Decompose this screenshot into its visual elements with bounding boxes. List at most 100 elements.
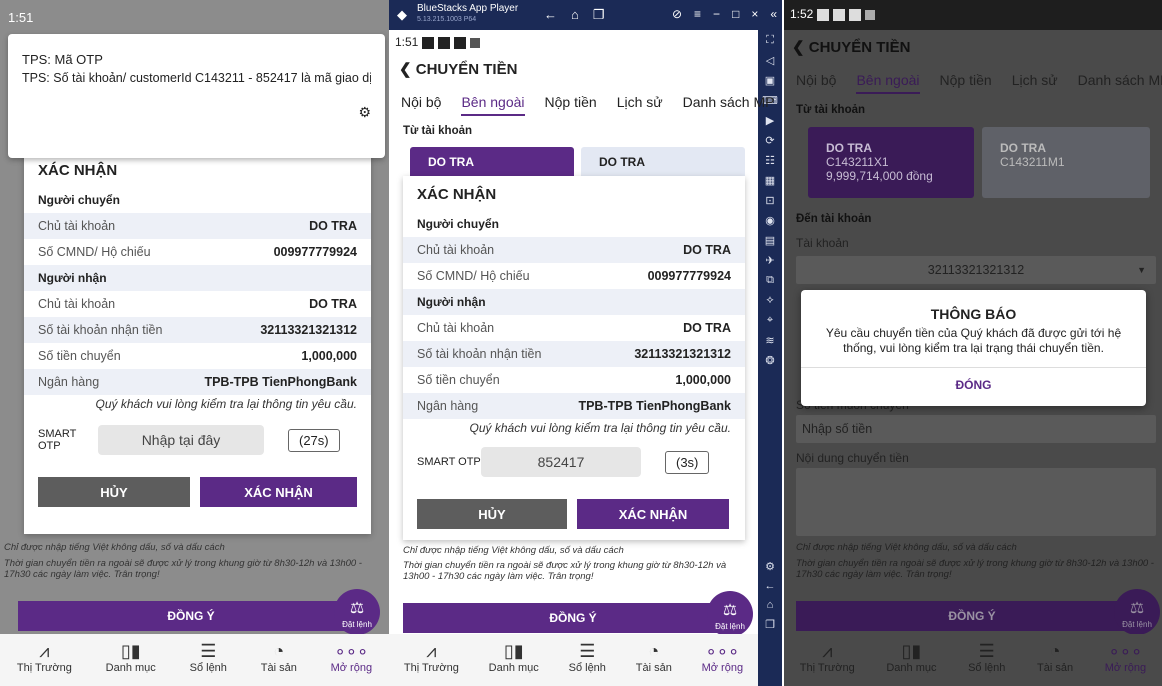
recent-icon[interactable]: ❐ <box>765 618 775 631</box>
row-value: DO TRA <box>309 219 357 233</box>
to-account-label: Đến tài khoản <box>796 213 872 225</box>
back-icon[interactable]: ← <box>765 580 776 592</box>
nav-label: Mở rộng <box>330 662 373 674</box>
nav-portfolio[interactable]: ▯▮ Danh mục <box>886 634 936 686</box>
nav-assets[interactable]: ◔ Tài sản <box>1037 634 1073 686</box>
nav-market[interactable]: ⩘ Thị Trường <box>17 634 72 686</box>
confirm-button[interactable]: XÁC NHẬN <box>577 499 729 529</box>
nav-assets[interactable]: ◔ Tài sản <box>636 634 672 686</box>
tab-history[interactable]: Lịch sử <box>1012 72 1058 94</box>
tab-internal[interactable]: Nội bộ <box>401 94 441 116</box>
nav-order-book[interactable]: ☰ Sổ lệnh <box>569 634 606 686</box>
tab-beneficiaries[interactable]: Danh sách MP <box>683 94 775 116</box>
confirm-dialog: XÁC NHẬN Người chuyển Chủ tài khoản DO TR… <box>24 150 371 534</box>
back-arrow-icon[interactable]: ❮ <box>399 61 412 78</box>
nav-icons[interactable]: ←⌂❐ <box>544 7 619 23</box>
account-card-selected[interactable]: DO TRA C143211X1 9,999,714,000 đồng <box>808 127 974 198</box>
tab-deposit[interactable]: Nộp tiền <box>940 72 992 94</box>
copy-icon[interactable]: ⧉ <box>766 274 774 287</box>
record-icon[interactable]: ◉ <box>765 214 775 227</box>
order-book-icon: ☰ <box>579 641 596 661</box>
tab-history[interactable]: Lịch sử <box>617 94 663 116</box>
tab-external[interactable]: Bên ngoài <box>461 94 525 116</box>
nav-label: Mở rộng <box>1104 662 1147 674</box>
nav-label: Sổ lệnh <box>968 662 1006 674</box>
nav-more[interactable]: ∘∘∘ Mở rộng <box>702 634 743 686</box>
otp-notification[interactable]: TPS: Mã OTP TPS: Số tài khoản/ customerI… <box>8 34 385 158</box>
settings-icon[interactable]: ⚙ <box>765 560 775 573</box>
otp-row: SMART OTP 852417 (3s) <box>403 447 745 477</box>
tab-deposit[interactable]: Nộp tiền <box>545 94 597 116</box>
account-balance: 9,999,714,000 đồng <box>826 169 933 183</box>
account-select-value: 32113321321312 <box>927 263 1025 277</box>
page-title: CHUYỂN TIỀN <box>808 39 911 56</box>
place-order-fab[interactable]: ⚖ Đặt lệnh <box>707 591 753 637</box>
market-icon: ⩘ <box>39 641 50 661</box>
otp-input[interactable]: 852417 <box>481 447 641 477</box>
assets-icon: ◔ <box>1049 641 1061 661</box>
otp-row: SMART OTP Nhập tại đây (27s) <box>24 425 371 455</box>
macro-icon[interactable]: ▦ <box>765 174 775 187</box>
back-arrow-icon[interactable]: ❮ <box>792 39 805 56</box>
nav-order-book[interactable]: ☰ Sổ lệnh <box>968 634 1005 686</box>
bluestacks-logo-icon: ◆ <box>397 7 407 22</box>
layers-icon[interactable]: ≋ <box>765 334 774 347</box>
nav-more[interactable]: ∘∘∘ Mở rộng <box>1105 634 1146 686</box>
amount-input[interactable]: Nhập số tiền <box>796 415 1156 443</box>
nav-label: Danh mục <box>488 662 539 674</box>
nav-portfolio[interactable]: ▯▮ Danh mục <box>106 634 156 686</box>
screenshot-icon[interactable]: ⊡ <box>765 194 774 207</box>
otp-input[interactable]: Nhập tại đây <box>98 425 264 455</box>
content-input[interactable] <box>796 468 1156 536</box>
airplane-icon[interactable]: ✈ <box>765 254 774 267</box>
account-select[interactable]: 32113321321312 ▼ <box>796 256 1156 284</box>
apps-icon[interactable]: ☷ <box>765 154 775 167</box>
close-button[interactable]: ĐÓNG <box>801 378 1146 392</box>
account-field-label: Tài khoản <box>796 236 849 250</box>
input-hint: Chỉ được nhập tiếng Việt không dấu, số v… <box>796 542 1017 553</box>
cancel-button[interactable]: HỦY <box>38 477 190 507</box>
otp-timer: (3s) <box>665 450 710 474</box>
portfolio-icon: ▯▮ <box>503 641 524 661</box>
account-card[interactable]: DO TRA C143211M1 <box>982 127 1150 198</box>
place-order-fab[interactable]: ⚖ Đặt lệnh <box>1114 589 1160 635</box>
window-controls[interactable]: ⊘≡−□×« <box>672 7 782 21</box>
nav-more[interactable]: ∘∘∘ Mở rộng <box>331 634 372 686</box>
tab-internal[interactable]: Nội bộ <box>796 72 836 94</box>
verify-note: Quý khách vui lòng kiểm tra lại thông ti… <box>95 397 357 411</box>
nav-market[interactable]: ⩘ Thị Trường <box>800 634 855 686</box>
assets-icon: ◔ <box>648 641 660 661</box>
nav-order-book[interactable]: ☰ Sổ lệnh <box>190 634 227 686</box>
confirm-button[interactable]: XÁC NHẬN <box>200 477 357 507</box>
eco-icon[interactable]: ❂ <box>765 354 774 367</box>
cancel-button[interactable]: HỦY <box>417 499 567 529</box>
row-label: Chủ tài khoản <box>417 321 495 335</box>
gear-icon[interactable]: ⚙ <box>358 104 371 121</box>
confirm-dialog: XÁC NHẬN Người chuyển Chủ tài khoản DO TR… <box>403 176 745 540</box>
nav-portfolio[interactable]: ▯▮ Danh mục <box>489 634 539 686</box>
detail-row: Chủ tài khoản DO TRA <box>24 213 371 239</box>
row-value: TPB-TPB TienPhongBank <box>578 399 731 413</box>
row-value: 009977779924 <box>273 245 357 259</box>
detail-row: Chủ tài khoản DO TRA <box>24 291 371 317</box>
fullscreen-icon[interactable]: ⛶ <box>766 34 774 47</box>
place-order-fab[interactable]: ⚖ Đặt lệnh <box>334 589 380 635</box>
from-account-label: Từ tài khoản <box>403 125 473 137</box>
agree-button[interactable]: ĐỒNG Ý <box>403 603 743 633</box>
agree-button[interactable]: ĐỒNG Ý <box>18 601 364 631</box>
fab-label: Đặt lệnh <box>1122 620 1152 629</box>
detail-row: Ngân hàng TPB-TPB TienPhongBank <box>403 393 745 419</box>
nav-assets[interactable]: ◔ Tài sản <box>261 634 297 686</box>
agree-button[interactable]: ĐỒNG Ý <box>796 601 1148 631</box>
bottom-nav: ⩘ Thị Trường ▯▮ Danh mục ☰ Sổ lệnh ◔ Tài sản… <box>784 634 1162 686</box>
shake-icon[interactable]: ⟡ <box>766 294 773 307</box>
nav-market[interactable]: ⩘ Thị Trường <box>404 634 459 686</box>
location-icon[interactable]: ⌖ <box>767 314 773 327</box>
rotate-icon[interactable]: ⟳ <box>765 134 774 147</box>
home-icon[interactable]: ⌂ <box>767 599 774 611</box>
row-label: Số tài khoản nhận tiền <box>38 323 163 337</box>
gallery-icon[interactable]: ▤ <box>765 234 775 247</box>
tab-beneficiaries[interactable]: Danh sách MP <box>1078 72 1162 94</box>
sender-section: Người chuyển <box>24 187 371 213</box>
tab-external[interactable]: Bên ngoài <box>856 72 920 94</box>
